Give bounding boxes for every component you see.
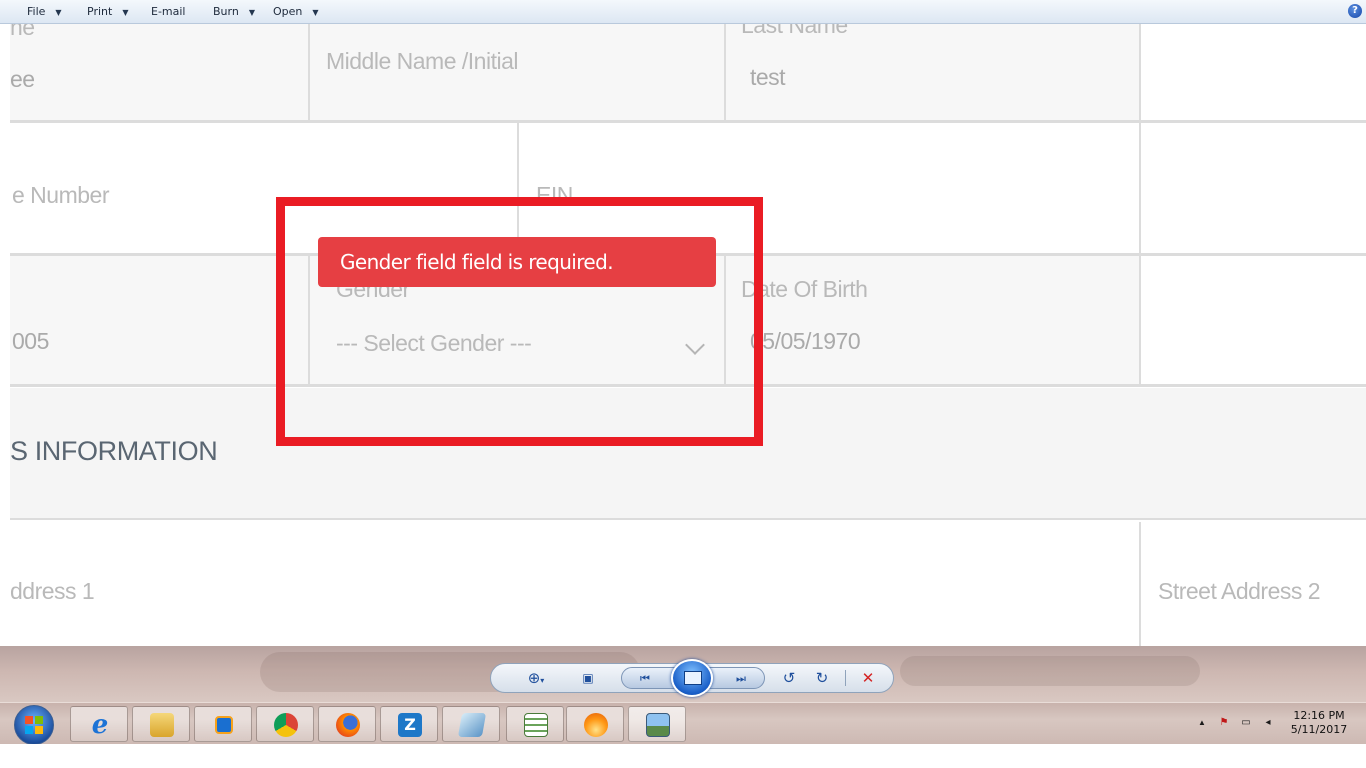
chevron-down-icon: ▼ bbox=[55, 8, 62, 17]
print-menu-label: Print bbox=[87, 5, 113, 18]
divider bbox=[308, 24, 310, 120]
left-margin bbox=[0, 24, 10, 646]
last-name-value[interactable]: test bbox=[750, 64, 786, 91]
form-screenshot: ne ee Middle Name /Initial Last Name tes… bbox=[0, 22, 1366, 646]
street-address-1-label[interactable]: ddress 1 bbox=[10, 578, 95, 605]
divider bbox=[724, 24, 726, 120]
print-menu[interactable]: Print ▼ bbox=[87, 5, 128, 18]
divider bbox=[1139, 522, 1141, 646]
taskbar-flame-app[interactable] bbox=[566, 706, 624, 742]
taskbar: e Z bbox=[0, 702, 1366, 745]
open-menu-label: Open bbox=[273, 5, 303, 18]
row1-background bbox=[10, 24, 1140, 120]
gender-select[interactable]: --- Select Gender --- bbox=[336, 330, 532, 357]
zoom-icon[interactable]: ⊕▾ bbox=[519, 667, 553, 689]
clock-time: 12:16 PM bbox=[1293, 709, 1345, 722]
separator bbox=[845, 670, 846, 686]
zip-value[interactable]: 005 bbox=[12, 328, 49, 355]
burn-menu-label: Burn bbox=[213, 5, 239, 18]
clock-date: 5/11/2017 bbox=[1290, 723, 1348, 736]
section-title: S INFORMATION bbox=[10, 436, 218, 466]
actual-size-icon[interactable]: ▣ bbox=[575, 667, 601, 689]
network-icon[interactable]: ▭ bbox=[1240, 717, 1252, 729]
taskbar-ie[interactable]: e bbox=[70, 706, 128, 742]
file-explorer-icon bbox=[150, 713, 174, 737]
divider bbox=[1139, 24, 1141, 120]
date-of-birth-label: Date Of Birth bbox=[741, 276, 868, 302]
divider bbox=[724, 256, 726, 384]
rotate-clockwise-icon[interactable]: ↻ bbox=[809, 667, 835, 689]
divider bbox=[517, 123, 519, 253]
zoho-icon: Z bbox=[398, 713, 422, 737]
file-menu[interactable]: File ▼ bbox=[27, 5, 62, 18]
chrome-icon bbox=[274, 713, 298, 737]
windows-logo-icon bbox=[25, 716, 43, 734]
taskbar-zoho[interactable]: Z bbox=[380, 706, 438, 742]
viewer-control-bar: ⊕▾ ▣ ⏮ ⏭ ↺ ↻ ✕ bbox=[0, 646, 1366, 702]
next-icon[interactable]: ⏭ bbox=[728, 668, 754, 690]
show-hidden-icons-icon[interactable]: ▲ bbox=[1196, 717, 1208, 729]
action-center-flag-icon[interactable]: ⚑ bbox=[1218, 717, 1230, 729]
slideshow-icon[interactable] bbox=[671, 659, 713, 697]
previous-icon[interactable]: ⏮ bbox=[632, 668, 658, 690]
screenshot-root: File ▼ Print ▼ E-mail Burn ▼ Open ▼ ? ne ee … bbox=[0, 0, 1366, 768]
background-blur bbox=[900, 656, 1200, 686]
firefox-icon bbox=[336, 713, 360, 737]
taskbar-chrome[interactable] bbox=[256, 706, 314, 742]
internet-explorer-icon: e bbox=[91, 710, 109, 740]
burn-menu[interactable]: Burn ▼ bbox=[213, 5, 255, 18]
gender-error-message: Gender field field is required. bbox=[318, 237, 716, 287]
delete-icon[interactable]: ✕ bbox=[855, 667, 881, 689]
taskbar-firefox[interactable] bbox=[318, 706, 376, 742]
file-menu-label: File bbox=[27, 5, 46, 18]
spreadsheet-icon bbox=[524, 713, 548, 737]
start-button[interactable] bbox=[14, 705, 54, 745]
notes-icon bbox=[457, 713, 487, 737]
row-divider bbox=[10, 120, 1366, 123]
taskbar-media-player[interactable] bbox=[194, 706, 252, 742]
row-divider bbox=[10, 384, 1366, 387]
viewer-menu-bar: File ▼ Print ▼ E-mail Burn ▼ Open ▼ ? bbox=[0, 0, 1366, 24]
middle-name-label[interactable]: Middle Name /Initial bbox=[326, 48, 518, 75]
divider bbox=[1139, 256, 1141, 384]
system-tray: ▲ ⚑ ▭ ◂ 12:16 PM 5/11/2017 bbox=[1190, 702, 1366, 744]
chevron-down-icon: ▼ bbox=[312, 8, 319, 17]
open-menu[interactable]: Open ▼ bbox=[273, 5, 319, 18]
first-name-value[interactable]: ee bbox=[10, 66, 35, 93]
media-player-icon bbox=[215, 716, 233, 734]
taskbar-spreadsheet[interactable] bbox=[506, 706, 564, 742]
email-button[interactable]: E-mail bbox=[151, 5, 186, 18]
volume-icon[interactable]: ◂ bbox=[1262, 717, 1274, 729]
viewer-controls: ⊕▾ ▣ ⏮ ⏭ ↺ ↻ ✕ bbox=[490, 659, 894, 697]
divider bbox=[308, 256, 310, 384]
help-icon[interactable]: ? bbox=[1348, 4, 1362, 18]
phone-number-label[interactable]: e Number bbox=[12, 182, 109, 209]
chevron-down-icon: ▼ bbox=[248, 8, 255, 17]
rotate-counterclockwise-icon[interactable]: ↺ bbox=[776, 667, 802, 689]
clock[interactable]: 12:16 PM 5/11/2017 bbox=[1286, 709, 1352, 737]
date-of-birth-value[interactable]: 05/05/1970 bbox=[750, 328, 861, 355]
taskbar-explorer[interactable] bbox=[132, 706, 190, 742]
taskbar-photo-viewer[interactable] bbox=[628, 706, 686, 742]
chevron-down-icon: ▼ bbox=[122, 8, 129, 17]
flame-app-icon bbox=[584, 713, 608, 737]
taskbar-notes[interactable] bbox=[442, 706, 500, 742]
ein-label[interactable]: EIN bbox=[536, 182, 573, 209]
divider bbox=[1139, 123, 1141, 253]
photo-viewer-icon bbox=[646, 713, 670, 737]
bottom-margin bbox=[0, 744, 1366, 768]
section-header: S INFORMATION bbox=[10, 388, 1366, 520]
screen-shape bbox=[684, 671, 702, 685]
street-address-2-label[interactable]: Street Address 2 bbox=[1158, 578, 1321, 605]
